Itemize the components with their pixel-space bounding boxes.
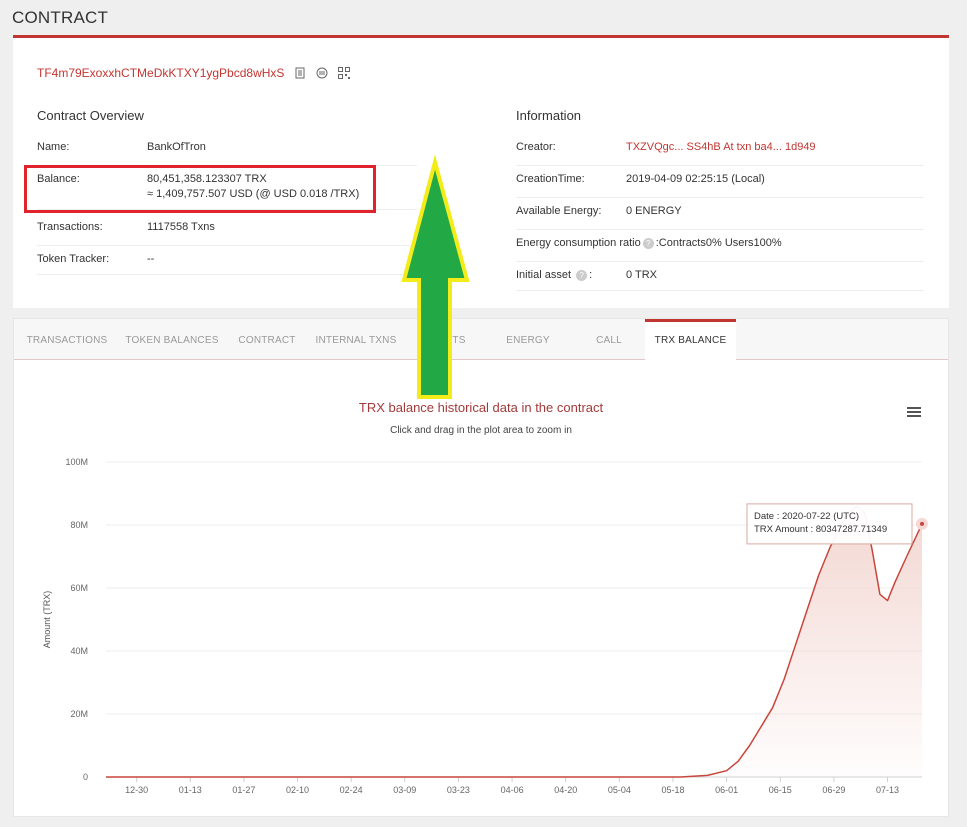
info-row-creator: Creator: TXZVQgc... SS4hB At txn ba4... … xyxy=(516,141,924,166)
qr-code-icon[interactable] xyxy=(338,67,351,79)
available-energy-value: 0 ENERGY xyxy=(626,205,682,217)
hover-point xyxy=(916,517,928,530)
chart-tooltip: Date : 2020-07-22 (UTC) TRX Amount : 803… xyxy=(746,503,913,545)
creation-time-value: 2019-04-09 02:25:15 (Local) xyxy=(626,173,765,185)
y-tick-label: 40M xyxy=(70,646,88,656)
contract-overview-heading: Contract Overview xyxy=(37,108,144,123)
y-tick-label: 60M xyxy=(70,583,88,593)
tooltip-amount: TRX Amount : 80347287.71349 xyxy=(754,524,887,535)
overview-row-name: Name: BankOfTron xyxy=(37,141,417,166)
token-tracker-label: Token Tracker: xyxy=(37,253,110,265)
share-icon[interactable] xyxy=(316,67,328,79)
creation-time-label: CreationTime: xyxy=(516,173,585,185)
y-tick-label: 20M xyxy=(70,709,88,719)
x-tick-label: 03-09 xyxy=(393,785,416,795)
initial-asset-label: Initial asset ?: xyxy=(516,269,593,281)
address-row: TF4m79ExoxxhCTMeDkKTXY1ygPbcd8wHxS xyxy=(37,66,351,80)
y-tick-label: 0 xyxy=(83,772,88,782)
name-label: Name: xyxy=(37,141,70,153)
energy-ratio-label: Energy consumption ratio?:Contracts0% Us… xyxy=(516,237,782,249)
creator-label: Creator: xyxy=(516,141,556,153)
copy-icon[interactable] xyxy=(294,67,306,79)
transactions-value[interactable]: 1117558 Txns xyxy=(147,221,215,233)
help-icon[interactable]: ? xyxy=(576,269,588,281)
balance-area xyxy=(106,506,922,777)
contract-address[interactable]: TF4m79ExoxxhCTMeDkKTXY1ygPbcd8wHxS xyxy=(37,66,284,80)
energy-ratio-label-text: Energy consumption ratio xyxy=(516,237,641,249)
y-axis-label: Amount (TRX) xyxy=(42,591,52,649)
balance-highlight-box xyxy=(24,165,376,213)
help-icon[interactable]: ? xyxy=(642,237,654,249)
x-tick-label: 06-29 xyxy=(822,785,845,795)
x-tick-label: 06-15 xyxy=(769,785,792,795)
info-row-initial-asset: Initial asset ?: 0 TRX xyxy=(516,269,924,291)
y-tick-label: 100M xyxy=(65,457,88,467)
x-tick-label: 01-27 xyxy=(232,785,255,795)
x-tick-label: 06-01 xyxy=(715,785,738,795)
information-heading: Information xyxy=(516,108,582,123)
initial-asset-label-text: Initial asset xyxy=(516,269,572,281)
creator-value[interactable]: TXZVQgc... SS4hB At txn ba4... 1d949 xyxy=(626,141,816,153)
x-tick-label: 02-24 xyxy=(340,785,363,795)
page-title: CONTRACT xyxy=(12,8,109,27)
overview-row-transactions: Transactions: 1117558 Txns xyxy=(37,221,417,246)
x-tick-label: 04-06 xyxy=(501,785,524,795)
x-tick-label: 01-13 xyxy=(179,785,202,795)
x-tick-label: 05-18 xyxy=(661,785,684,795)
token-tracker-value: -- xyxy=(147,253,155,265)
available-energy-label: Available Energy: xyxy=(516,205,602,217)
initial-asset-value: 0 TRX xyxy=(626,269,657,281)
tooltip-date: Date : 2020-07-22 (UTC) xyxy=(754,511,859,522)
x-tick-label: 04-20 xyxy=(554,785,577,795)
transactions-label: Transactions: xyxy=(37,221,103,233)
tabs-panel: TRANSACTIONS TOKEN BALANCES CONTRACT INT… xyxy=(13,318,949,817)
trx-balance-chart[interactable]: 0 20M 40M 60M 80M 100M 12-30 01-13 01-27 02-10 02… xyxy=(14,319,948,799)
x-tick-label: 05-04 xyxy=(608,785,631,795)
x-tick-label: 07-13 xyxy=(876,785,899,795)
info-row-energy-ratio: Energy consumption ratio?:Contracts0% Us… xyxy=(516,237,924,262)
overview-row-token-tracker: Token Tracker: -- xyxy=(37,253,417,275)
info-row-creation-time: CreationTime: 2019-04-09 02:25:15 (Local… xyxy=(516,173,924,198)
y-tick-label: 80M xyxy=(70,520,88,530)
energy-ratio-value: :Contracts0% Users100% xyxy=(655,237,782,249)
x-tick-label: 02-10 xyxy=(286,785,309,795)
info-row-available-energy: Available Energy: 0 ENERGY xyxy=(516,205,924,230)
name-value: BankOfTron xyxy=(147,141,206,153)
x-tick-label: 12-30 xyxy=(125,785,148,795)
contract-summary-card: TF4m79ExoxxhCTMeDkKTXY1ygPbcd8wHxS Contr… xyxy=(13,35,949,308)
x-tick-label: 03-23 xyxy=(447,785,470,795)
